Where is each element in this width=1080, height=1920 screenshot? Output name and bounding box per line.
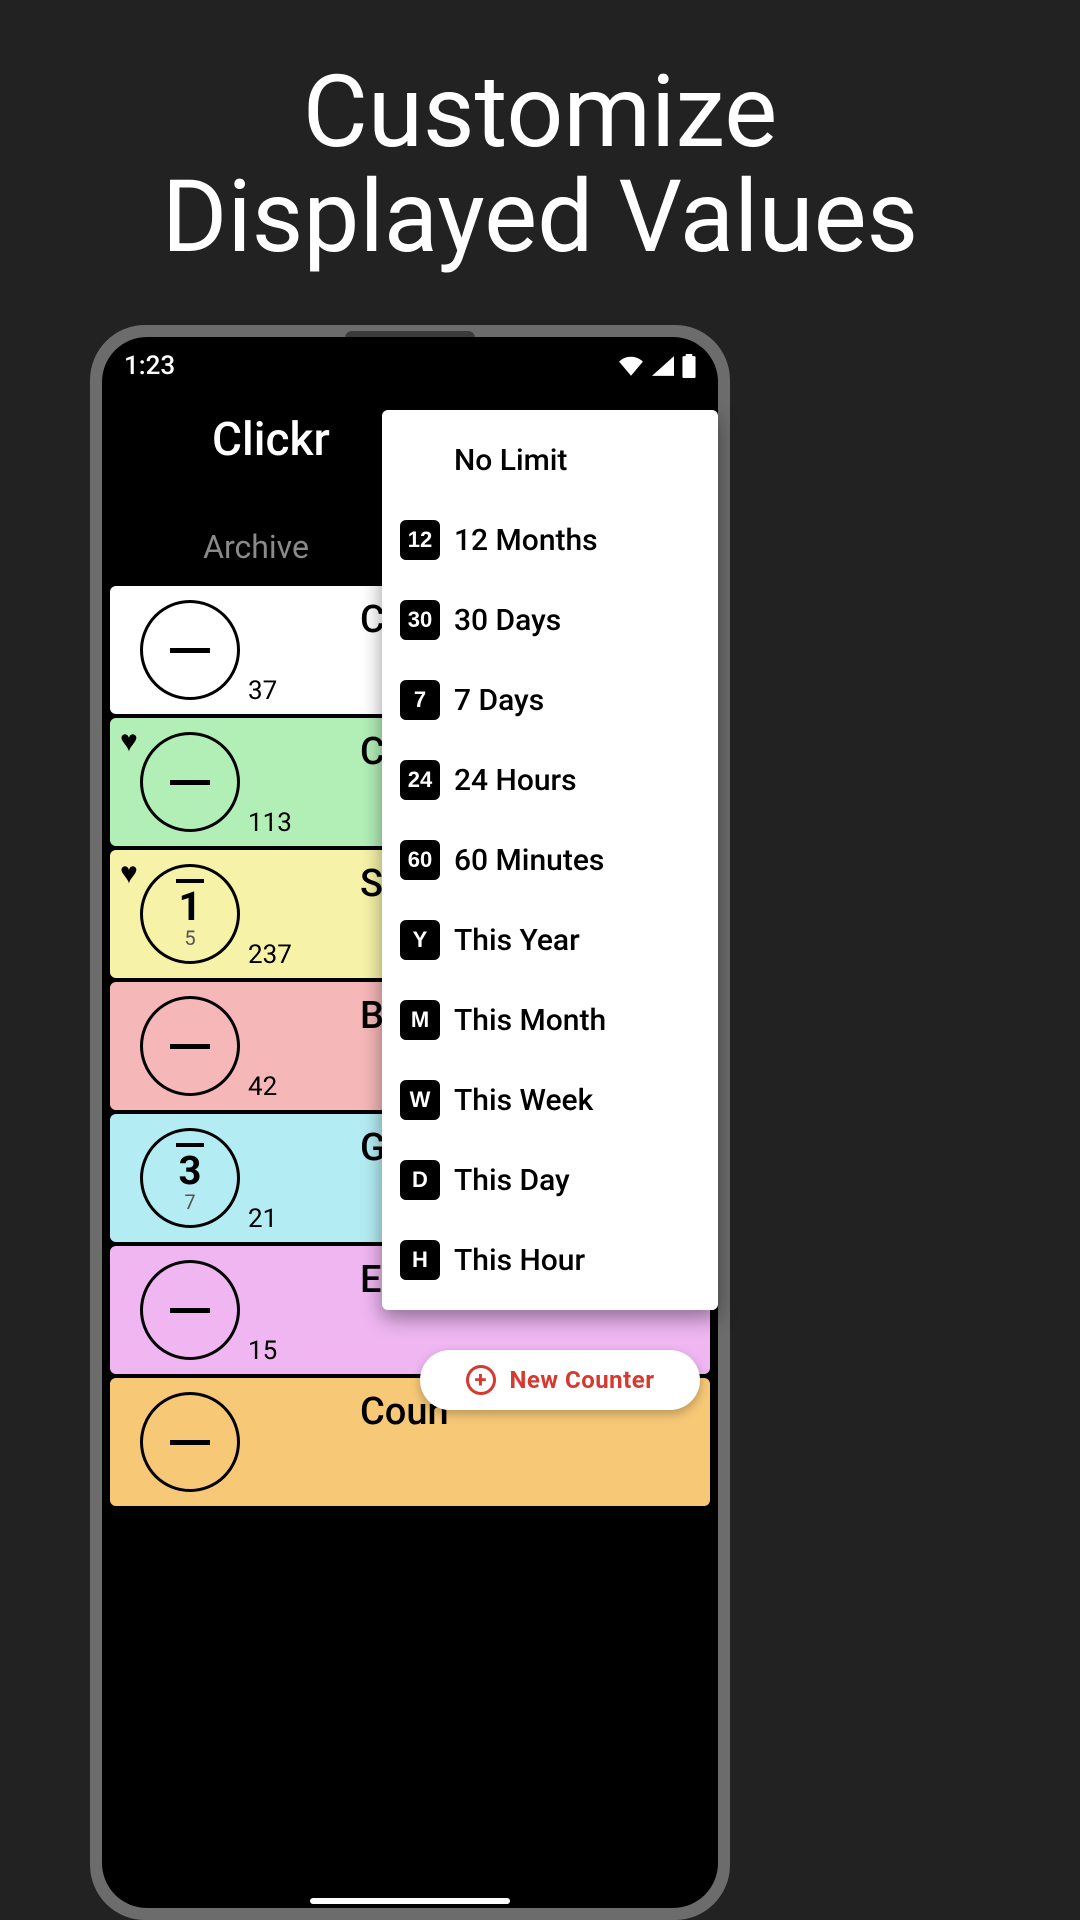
battery-icon bbox=[682, 354, 696, 378]
dropdown-item-label: 24 Hours bbox=[454, 763, 577, 798]
time-range-badge-icon: 24 bbox=[400, 760, 440, 800]
status-time: 1:23 bbox=[124, 351, 175, 381]
minus-icon bbox=[170, 780, 210, 785]
time-range-badge-icon: H bbox=[400, 1240, 440, 1280]
dropdown-item-label: 30 Days bbox=[454, 603, 561, 638]
cell-signal-icon bbox=[652, 356, 674, 376]
dropdown-item-label: This Week bbox=[454, 1083, 593, 1118]
dropdown-item-label: No Limit bbox=[454, 443, 567, 478]
heart-icon: ♥ bbox=[120, 856, 138, 891]
counter-total: 42 bbox=[248, 1072, 277, 1102]
dropdown-item[interactable]: 12 12 Months bbox=[382, 500, 718, 580]
counter-total: 21 bbox=[248, 1204, 277, 1234]
dropdown-item[interactable]: 24 24 Hours bbox=[382, 740, 718, 820]
dropdown-item-label: This Day bbox=[454, 1163, 570, 1198]
promo-headline: Customize Displayed Values bbox=[0, 60, 1080, 270]
decrement-button[interactable] bbox=[140, 600, 240, 700]
app-title: Clickr bbox=[212, 413, 330, 467]
counter-total: 113 bbox=[248, 808, 292, 838]
new-counter-button[interactable]: + New Counter bbox=[420, 1350, 700, 1410]
tab-archive[interactable]: Archive bbox=[102, 512, 410, 582]
time-range-dropdown: No Limit1212 Months3030 Days77 Days2424 … bbox=[382, 410, 718, 1310]
time-range-badge-icon: 60 bbox=[400, 840, 440, 880]
dropdown-item-label: 60 Minutes bbox=[454, 843, 604, 878]
dropdown-item[interactable]: No Limit bbox=[382, 420, 718, 500]
counter-title: E bbox=[360, 1258, 381, 1302]
time-range-badge-icon: 30 bbox=[400, 600, 440, 640]
minus-icon bbox=[170, 1044, 210, 1049]
time-range-badge-icon: 12 bbox=[400, 520, 440, 560]
counter-value: 1 bbox=[179, 883, 202, 930]
time-range-badge-icon: 7 bbox=[400, 680, 440, 720]
time-range-badge-icon bbox=[400, 440, 440, 480]
minus-icon bbox=[170, 1440, 210, 1445]
dropdown-item[interactable]: H This Hour bbox=[382, 1220, 718, 1300]
dropdown-item-label: This Hour bbox=[454, 1243, 585, 1278]
decrement-button[interactable] bbox=[140, 996, 240, 1096]
status-icons bbox=[618, 354, 696, 378]
dropdown-item[interactable]: Y This Year bbox=[382, 900, 718, 980]
dropdown-item[interactable]: 7 7 Days bbox=[382, 660, 718, 740]
tab-archive-label: Archive bbox=[203, 528, 309, 566]
decrement-button[interactable]: 15 bbox=[140, 864, 240, 964]
minus-icon bbox=[170, 1308, 210, 1313]
new-counter-label: New Counter bbox=[510, 1366, 655, 1394]
dropdown-item[interactable]: M This Month bbox=[382, 980, 718, 1060]
dropdown-item[interactable]: 30 30 Days bbox=[382, 580, 718, 660]
plus-circle-icon: + bbox=[466, 1365, 496, 1395]
counter-total: 237 bbox=[248, 940, 292, 970]
counter-total: 15 bbox=[248, 1336, 277, 1366]
headline-line-1: Customize bbox=[303, 54, 777, 171]
dropdown-item[interactable]: 60 60 Minutes bbox=[382, 820, 718, 900]
dropdown-item[interactable]: W This Week bbox=[382, 1060, 718, 1140]
status-bar: 1:23 bbox=[102, 337, 718, 395]
counter-total: 37 bbox=[248, 676, 277, 706]
time-range-badge-icon: D bbox=[400, 1160, 440, 1200]
dropdown-item-label: 12 Months bbox=[454, 523, 598, 558]
dropdown-item[interactable]: D This Day bbox=[382, 1140, 718, 1220]
decrement-button[interactable] bbox=[140, 1392, 240, 1492]
counter-subvalue: 7 bbox=[184, 1190, 195, 1214]
time-range-badge-icon: W bbox=[400, 1080, 440, 1120]
headline-line-2: Displayed Values bbox=[162, 159, 919, 276]
dropdown-item-label: This Year bbox=[454, 923, 580, 958]
counter-subvalue: 5 bbox=[184, 926, 195, 950]
wifi-icon bbox=[618, 356, 644, 376]
minus-icon bbox=[170, 648, 210, 653]
decrement-button[interactable] bbox=[140, 1260, 240, 1360]
decrement-button[interactable] bbox=[140, 732, 240, 832]
dropdown-item-label: 7 Days bbox=[454, 683, 544, 718]
heart-icon: ♥ bbox=[120, 724, 138, 759]
time-range-badge-icon: M bbox=[400, 1000, 440, 1040]
android-nav-bar[interactable] bbox=[310, 1898, 510, 1904]
counter-value: 3 bbox=[179, 1147, 202, 1194]
time-range-badge-icon: Y bbox=[400, 920, 440, 960]
dropdown-item-label: This Month bbox=[454, 1003, 606, 1038]
counter-title: S bbox=[360, 862, 383, 906]
decrement-button[interactable]: 37 bbox=[140, 1128, 240, 1228]
